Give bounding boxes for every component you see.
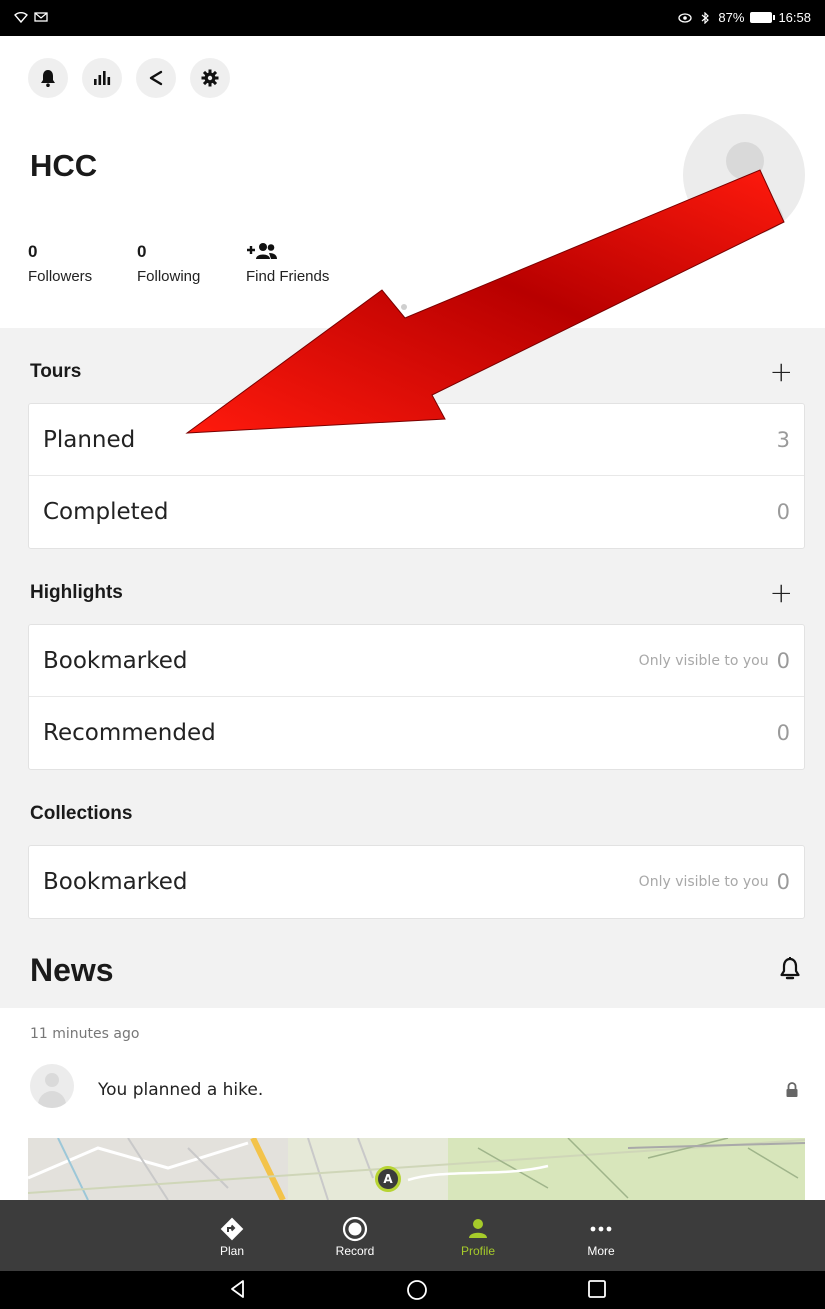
eye-comfort-icon [678,12,693,23]
nav-label: More [587,1243,615,1258]
find-friends-label: Find Friends [246,268,330,285]
bar-chart-icon [94,71,111,85]
back-icon[interactable] [228,1279,248,1299]
add-friends-icon [246,242,329,264]
gear-icon [201,69,219,87]
visibility-note: Only visible to you [638,652,769,669]
avatar-body [705,188,785,236]
news-header: News [0,940,825,1008]
bottom-navigation: Plan Record Profile More [0,1200,825,1271]
add-highlight-button[interactable]: + [770,579,793,607]
nav-label: Record [335,1243,375,1258]
profile-avatar[interactable] [683,114,805,236]
nav-profile[interactable]: Profile [433,1200,523,1271]
status-bar: 87% 16:58 [0,0,825,36]
find-friends-button[interactable]: Find Friends [246,242,329,285]
collections-heading: Collections [30,803,133,824]
map-roads [28,1138,805,1200]
person-icon [469,1218,487,1238]
nav-record[interactable]: Record [310,1200,400,1271]
mail-icon [34,12,48,22]
nav-plan[interactable]: Plan [187,1200,277,1271]
settings-button[interactable] [190,58,230,98]
news-title: News [30,952,114,988]
news-timestamp: 11 minutes ago [30,1026,140,1042]
tour-map-preview[interactable]: A [28,1138,805,1200]
row-label: Completed [43,499,169,525]
following-count: 0 [137,242,147,261]
lock-icon [785,1082,799,1102]
visibility-note: Only visible to you [638,874,769,890]
nav-more[interactable]: More [556,1200,646,1271]
share-icon [149,70,163,86]
map-start-marker: A [375,1166,401,1192]
row-label: Recommended [43,720,216,746]
followers-stat[interactable]: 0 Followers [28,242,92,285]
activity-text[interactable]: You planned a hike. [98,1080,263,1100]
avatar-body [38,1091,66,1108]
activity-avatar[interactable] [30,1064,74,1108]
home-icon[interactable] [406,1279,428,1301]
nav-label: Profile [460,1243,495,1258]
battery-percent: 87% [718,10,745,25]
row-count: 0 [776,648,790,673]
collections-bookmarked-row[interactable]: Bookmarked Only visible to you 0 [29,846,804,918]
tours-card: Planned 3 Completed 0 [28,403,805,549]
row-label: Bookmarked [43,647,188,674]
row-count: 0 [776,870,790,894]
collections-card: Bookmarked Only visible to you 0 [28,845,805,919]
tours-completed-row[interactable]: Completed 0 [29,476,804,548]
battery-icon [750,12,776,23]
row-count: 0 [776,721,790,745]
tours-heading: Tours [30,361,82,382]
profile-header: HCC 0 Followers 0 Following Find Friends [0,36,825,328]
system-navigation-bar [0,1271,825,1309]
pager-indicator [401,304,407,310]
row-label: Planned [43,426,136,453]
news-feed: 11 minutes ago You planned a hike. A [0,1008,825,1200]
row-count: 3 [776,427,790,452]
row-count: 0 [776,500,790,524]
nav-label: Plan [219,1243,245,1258]
statistics-button[interactable] [82,58,122,98]
bluetooth-icon [702,11,710,24]
avatar-head [726,142,764,180]
followers-count: 0 [28,242,38,261]
profile-toolbar [28,58,230,98]
notifications-button[interactable] [28,58,68,98]
highlights-heading: Highlights [30,582,123,603]
news-notifications-button[interactable] [779,956,801,986]
tours-planned-row[interactable]: Planned 3 [29,404,804,476]
highlights-recommended-row[interactable]: Recommended 0 [29,697,804,769]
share-button[interactable] [136,58,176,98]
following-stat[interactable]: 0 Following [137,242,200,285]
clock: 16:58 [778,10,811,25]
following-label: Following [137,268,201,285]
add-tour-button[interactable]: + [770,358,793,386]
bell-outline-icon [780,957,800,980]
avatar-head [45,1073,59,1087]
highlights-card: Bookmarked Only visible to you 0 Recomme… [28,624,805,770]
wifi-icon [14,12,28,23]
profile-username: HCC [30,148,98,183]
highlights-bookmarked-row[interactable]: Bookmarked Only visible to you 0 [29,625,804,697]
row-label: Bookmarked [43,869,188,895]
recents-icon[interactable] [587,1279,607,1299]
more-icon [590,1226,612,1231]
record-icon [342,1216,368,1241]
directions-icon [220,1217,244,1240]
bell-icon [41,70,55,87]
followers-label: Followers [28,268,93,285]
